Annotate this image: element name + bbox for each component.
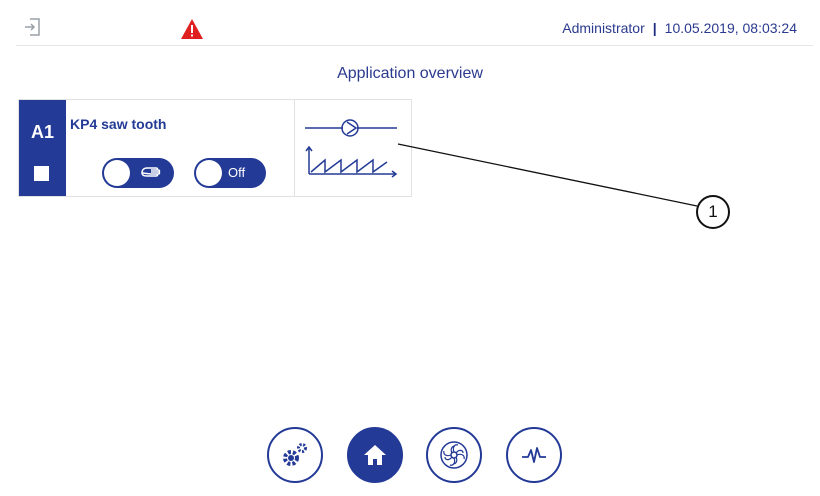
- bottom-navigation: [0, 427, 820, 487]
- home-icon: [364, 445, 386, 465]
- page-title: Application overview: [337, 65, 483, 82]
- nav-settings-button[interactable]: [267, 427, 323, 483]
- login-icon[interactable]: [22, 16, 44, 38]
- user-info: Administrator | 10.05.2019, 08:03:24: [562, 20, 797, 36]
- header-bar: Administrator | 10.05.2019, 08:03:24: [16, 6, 813, 46]
- gears-icon: [283, 443, 307, 466]
- nav-pump-button[interactable]: [426, 427, 482, 483]
- card-divider: [294, 100, 295, 196]
- off-toggle[interactable]: Off: [194, 158, 266, 188]
- application-id: A1: [30, 122, 54, 142]
- callout-number: 1: [696, 195, 730, 229]
- separator: |: [652, 20, 657, 36]
- nav-trend-button[interactable]: [506, 427, 562, 483]
- warning-icon[interactable]: [180, 18, 204, 40]
- user-name: Administrator: [562, 20, 645, 36]
- application-card[interactable]: A1 KP4 saw tooth Off: [18, 99, 412, 197]
- manual-mode-toggle[interactable]: [102, 158, 174, 188]
- pump-sawtooth-icon[interactable]: [303, 110, 403, 190]
- waveform-icon: [522, 447, 546, 463]
- application-name: KP4 saw tooth: [70, 116, 167, 132]
- nav-home-button[interactable]: [347, 427, 403, 483]
- hand-icon: [141, 167, 161, 177]
- datetime: 10.05.2019, 08:03:24: [664, 20, 797, 36]
- toggle-knob: [104, 160, 130, 186]
- stop-icon[interactable]: [34, 166, 49, 181]
- fan-icon: [440, 441, 468, 469]
- toggle-knob: [196, 160, 222, 186]
- application-id-panel: A1: [19, 100, 66, 196]
- off-label: Off: [228, 165, 246, 180]
